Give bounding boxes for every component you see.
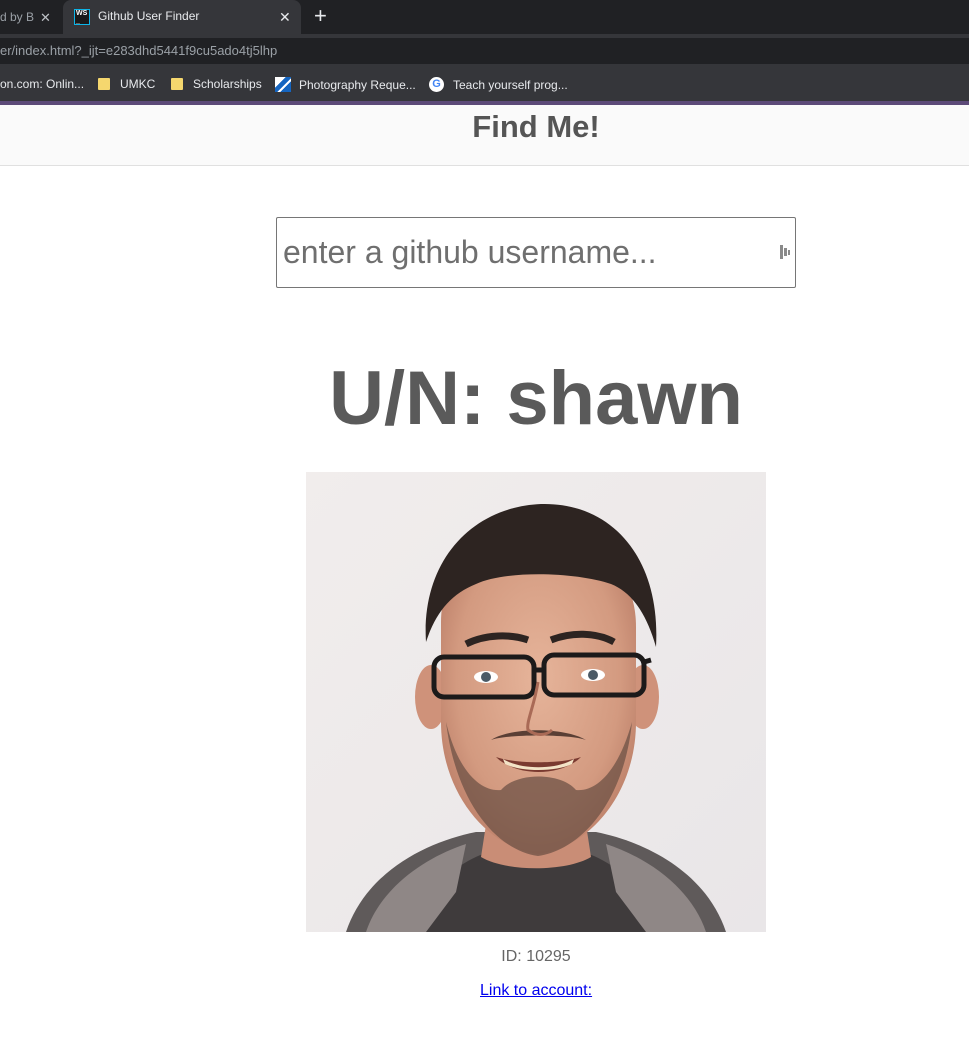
new-tab-icon[interactable]: +: [314, 5, 327, 27]
bookmark-label: on.com: Onlin...: [0, 77, 85, 91]
close-tab-icon[interactable]: ✕: [279, 9, 291, 26]
account-link[interactable]: Link to account:: [480, 982, 592, 1000]
browser-tab[interactable]: d by B ✕: [0, 0, 62, 34]
folder-icon: [171, 78, 183, 90]
folder-icon: [98, 78, 110, 90]
close-tab-icon[interactable]: ✕: [40, 10, 51, 26]
bookmark-item-scholarships[interactable]: Scholarships: [171, 77, 262, 91]
username-search-input[interactable]: [277, 218, 767, 287]
tab-title: Github User Finder: [98, 9, 200, 23]
google-icon: G: [429, 77, 444, 92]
bookmark-label: Scholarships: [193, 77, 262, 91]
bookmark-label: UMKC: [120, 77, 156, 91]
bookmark-item-photography[interactable]: Photography Reque...: [275, 77, 416, 92]
tab-strip: d by B ✕ WS _ Github User Finder ✕ +: [0, 0, 969, 34]
url-field[interactable]: er/index.html?_ijt=e283dhd5441f9cu5ado4t…: [0, 38, 969, 64]
browser-tab-active[interactable]: WS _ Github User Finder ✕: [63, 0, 301, 34]
bookmark-label: Teach yourself prog...: [453, 77, 568, 92]
user-avatar: [306, 472, 766, 932]
username-heading: U/N: shawn: [329, 356, 743, 441]
bookmarks-bar: on.com: Onlin... UMKC Scholarships Photo…: [0, 67, 969, 101]
photo-icon: [275, 77, 291, 92]
bookmark-item[interactable]: on.com: Onlin...: [0, 77, 84, 91]
tab-title: d by B: [0, 10, 34, 24]
user-id-text: ID: 10295: [501, 948, 571, 965]
bookmark-item-umkc[interactable]: UMKC: [98, 77, 155, 91]
page-title: Find Me!: [472, 109, 600, 144]
page-header: Find Me!: [0, 105, 969, 166]
password-manager-icon[interactable]: [780, 245, 790, 259]
search-box: [276, 217, 796, 288]
address-bar: er/index.html?_ijt=e283dhd5441f9cu5ado4t…: [0, 34, 969, 67]
bookmark-item-teach-yourself[interactable]: G Teach yourself prog...: [429, 77, 568, 92]
bookmark-label: Photography Reque...: [299, 77, 416, 92]
webstorm-favicon-icon: WS _: [74, 9, 90, 25]
